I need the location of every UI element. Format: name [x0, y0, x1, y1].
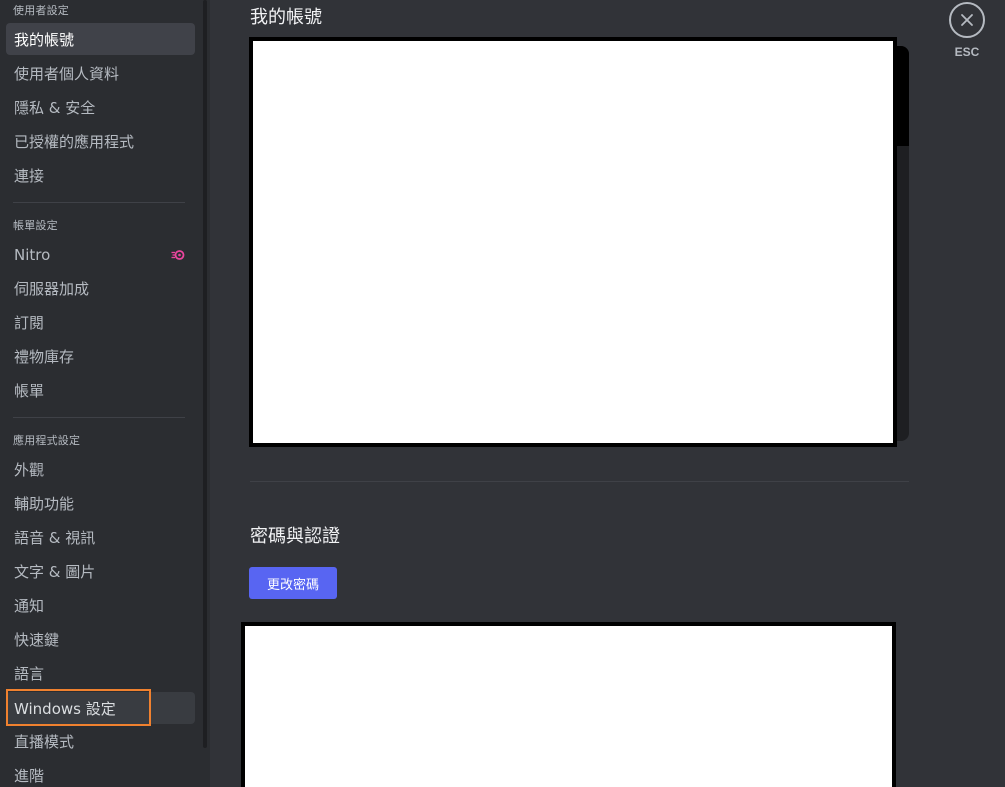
esc-label: ESC	[954, 45, 980, 59]
settings-window: 使用者設定 我的帳號 使用者個人資料 隱私 & 安全 已授權的應用程式 連接 帳…	[0, 0, 1005, 787]
sidebar-item-windows-settings[interactable]: Windows 設定	[6, 692, 195, 724]
page-title: 我的帳號	[250, 7, 322, 28]
sidebar-scrollbar[interactable]	[203, 0, 207, 748]
sidebar-item-nitro[interactable]: Nitro	[6, 239, 195, 271]
sidebar-item-my-account[interactable]: 我的帳號	[6, 23, 195, 55]
account-info-panel-redacted	[249, 37, 897, 447]
sidebar-item-privacy-safety[interactable]: 隱私 & 安全	[6, 91, 195, 123]
sidebar-item-language[interactable]: 語言	[6, 657, 195, 689]
sidebar-divider	[13, 202, 185, 203]
authentication-panel-redacted	[241, 622, 896, 787]
sidebar-item-gift-inventory[interactable]: 禮物庫存	[6, 340, 195, 372]
section-divider	[250, 481, 909, 482]
sidebar-header-app-settings: 應用程式設定	[13, 434, 81, 447]
sidebar-item-connections[interactable]: 連接	[6, 159, 195, 191]
sidebar-item-subscriptions[interactable]: 訂閱	[6, 306, 195, 338]
sidebar-item-advanced[interactable]: 進階	[6, 759, 195, 787]
sidebar-item-appearance[interactable]: 外觀	[6, 453, 195, 485]
close-button[interactable]	[949, 2, 985, 38]
sidebar-item-accessibility[interactable]: 輔助功能	[6, 487, 195, 519]
sidebar-item-billing[interactable]: 帳單	[6, 374, 195, 406]
sidebar-header-user-settings: 使用者設定	[13, 4, 69, 17]
sidebar-header-billing-settings: 帳單設定	[13, 219, 58, 232]
nitro-badge-icon	[171, 250, 185, 260]
sidebar-item-voice-video[interactable]: 語音 & 視訊	[6, 521, 195, 553]
sidebar-item-user-profile[interactable]: 使用者個人資料	[6, 57, 195, 89]
sidebar-item-server-boost[interactable]: 伺服器加成	[6, 272, 195, 304]
sidebar-item-notifications[interactable]: 通知	[6, 589, 195, 621]
sidebar-item-text-images[interactable]: 文字 & 圖片	[6, 555, 195, 587]
close-icon	[961, 14, 973, 26]
password-auth-section-title: 密碼與認證	[250, 526, 340, 547]
settings-sidebar: 使用者設定 我的帳號 使用者個人資料 隱私 & 安全 已授權的應用程式 連接 帳…	[0, 0, 210, 787]
sidebar-divider	[13, 417, 185, 418]
settings-content: 我的帳號 密碼與認證 更改密碼	[210, 0, 1005, 787]
sidebar-item-authorized-apps[interactable]: 已授權的應用程式	[6, 125, 195, 157]
sidebar-item-streamer-mode[interactable]: 直播模式	[6, 725, 195, 757]
sidebar-item-keybinds[interactable]: 快速鍵	[6, 623, 195, 655]
change-password-button[interactable]: 更改密碼	[249, 567, 337, 599]
